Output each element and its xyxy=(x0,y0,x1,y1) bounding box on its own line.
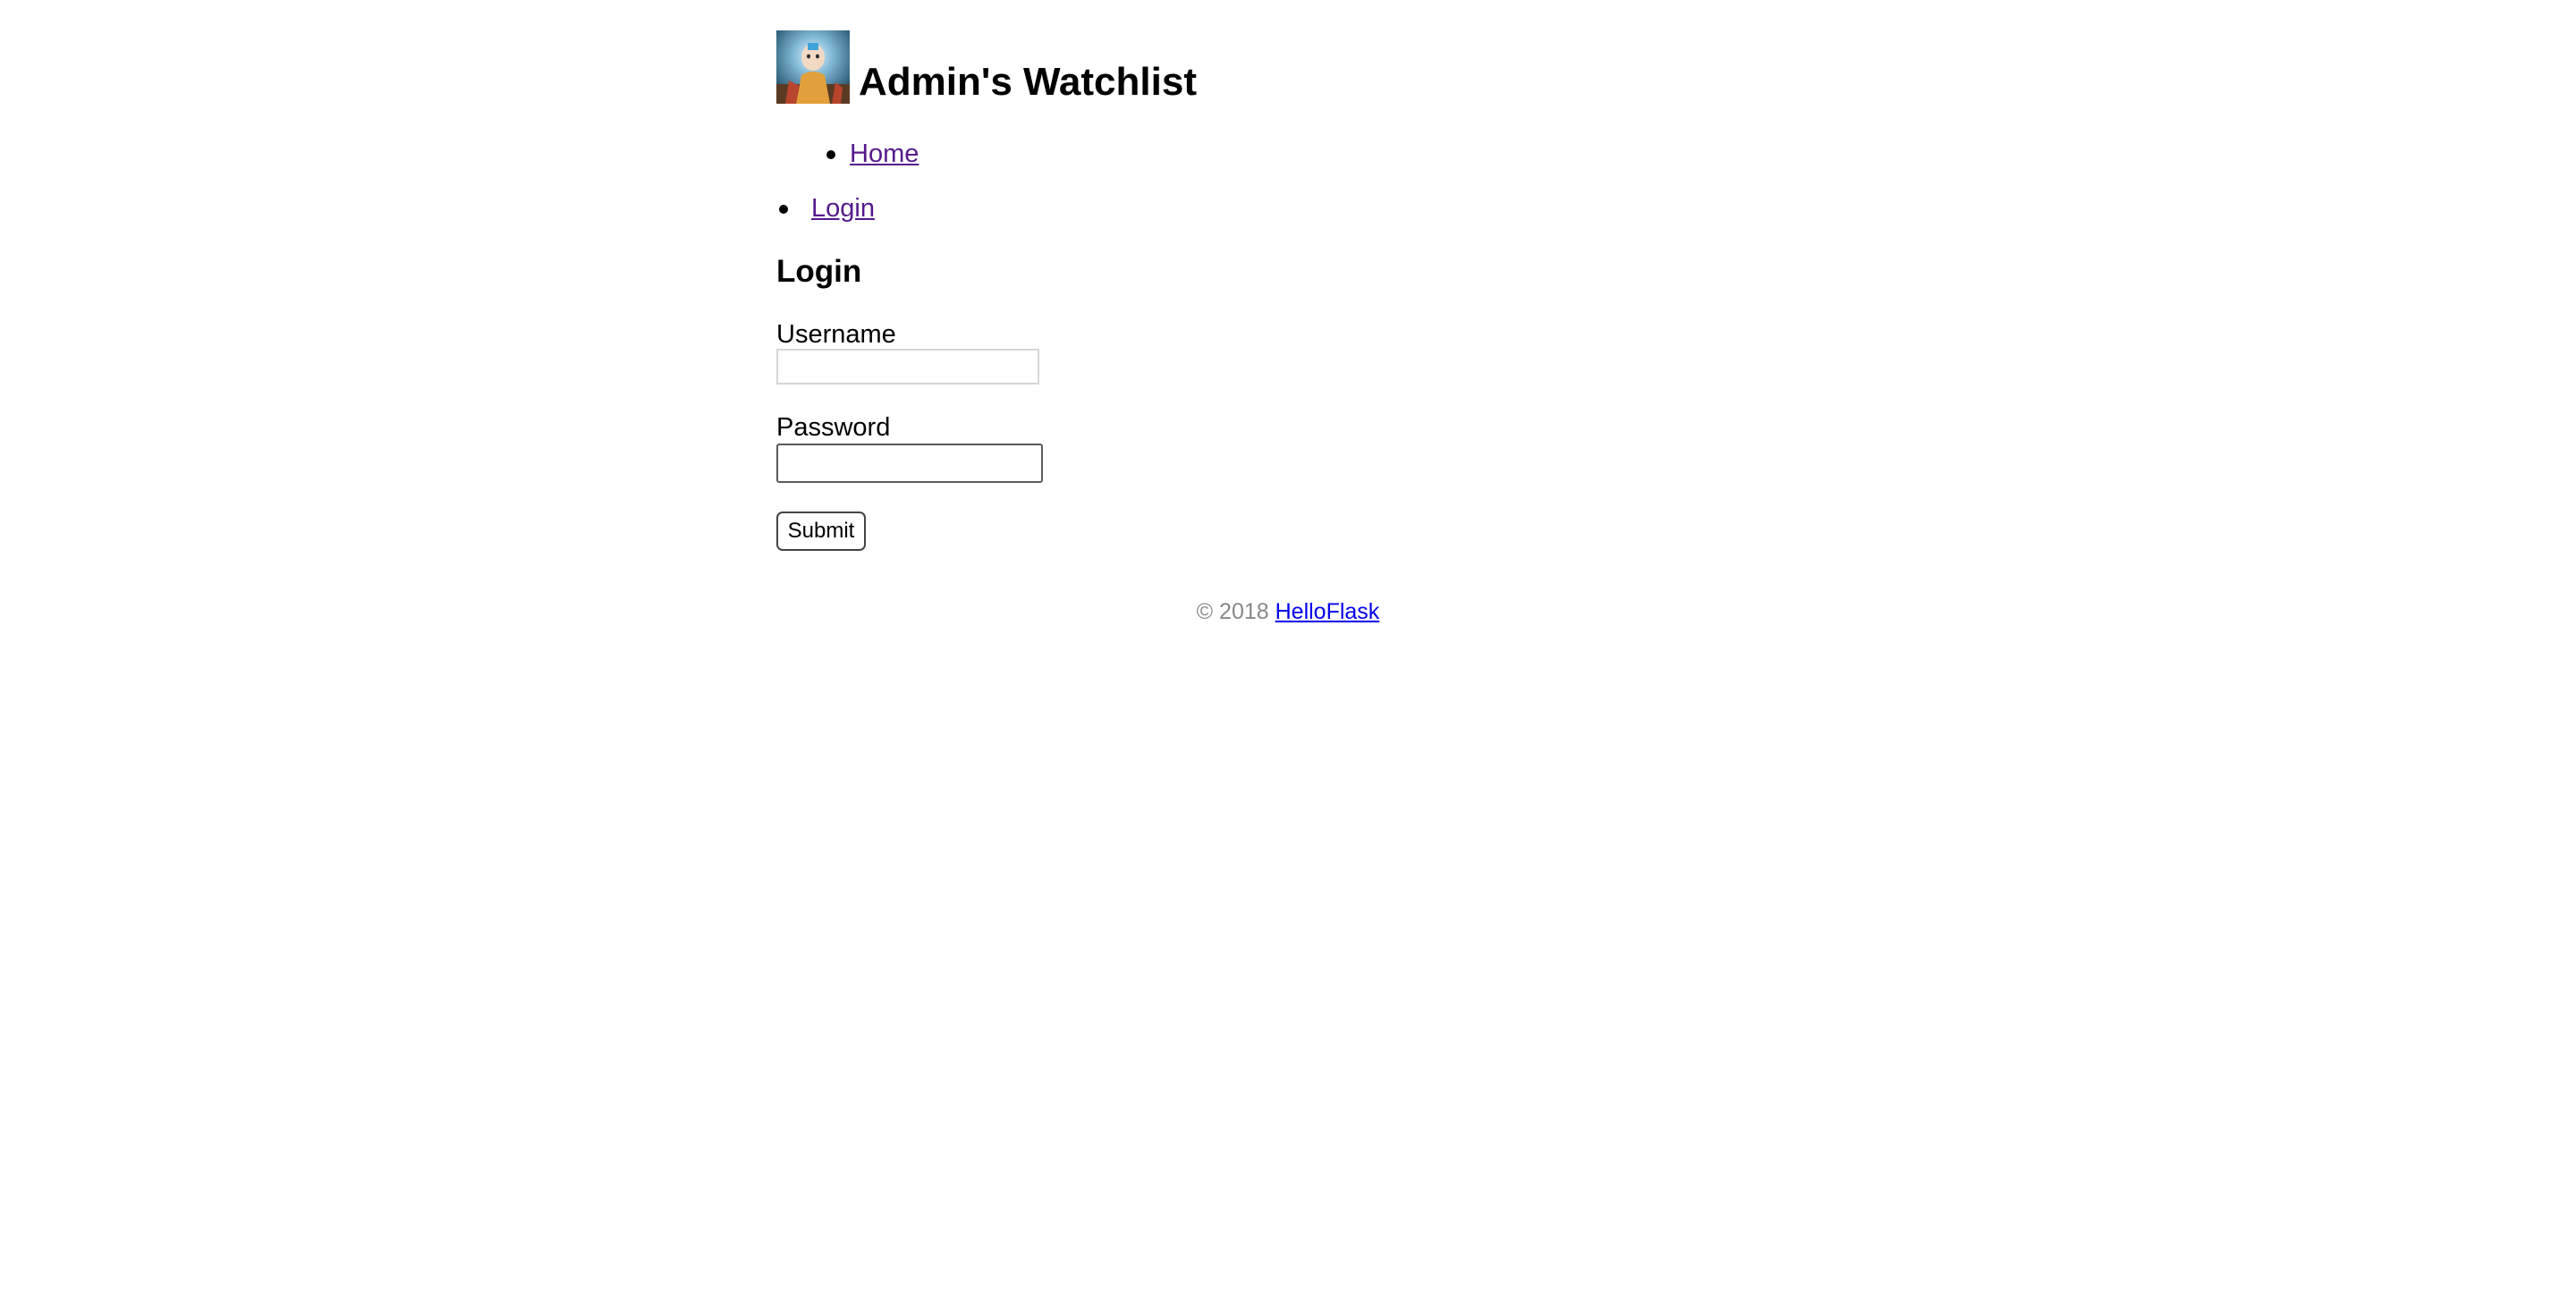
password-input[interactable] xyxy=(776,444,1043,483)
helloflask-link[interactable]: HelloFlask xyxy=(1275,599,1380,624)
footer: © 2018 HelloFlask xyxy=(776,599,1800,625)
nav-list-primary: Home xyxy=(776,141,919,167)
avatar-image xyxy=(776,30,850,104)
form-title: Login xyxy=(776,254,862,289)
header: Admin's Watchlist xyxy=(776,30,1800,116)
main-container: Admin's Watchlist Home Login Login Usern… xyxy=(776,30,1800,624)
username-input[interactable] xyxy=(776,349,1039,385)
footer-copyright: © 2018 xyxy=(1196,599,1269,624)
submit-button[interactable]: Submit xyxy=(776,512,866,551)
avatar xyxy=(776,30,850,104)
nav-item-home: Home xyxy=(776,141,919,167)
password-label: Password xyxy=(776,413,891,442)
page: Admin's Watchlist Home Login Login Usern… xyxy=(0,0,2576,1302)
home-link[interactable]: Home xyxy=(850,141,919,167)
nav-list-secondary: Login xyxy=(776,196,875,222)
login-link[interactable]: Login xyxy=(811,196,875,222)
list-bullet xyxy=(779,205,788,214)
username-label: Username xyxy=(776,320,896,349)
list-bullet xyxy=(826,150,835,159)
nav-item-login: Login xyxy=(776,196,875,222)
site-title: Admin's Watchlist xyxy=(859,60,1197,104)
